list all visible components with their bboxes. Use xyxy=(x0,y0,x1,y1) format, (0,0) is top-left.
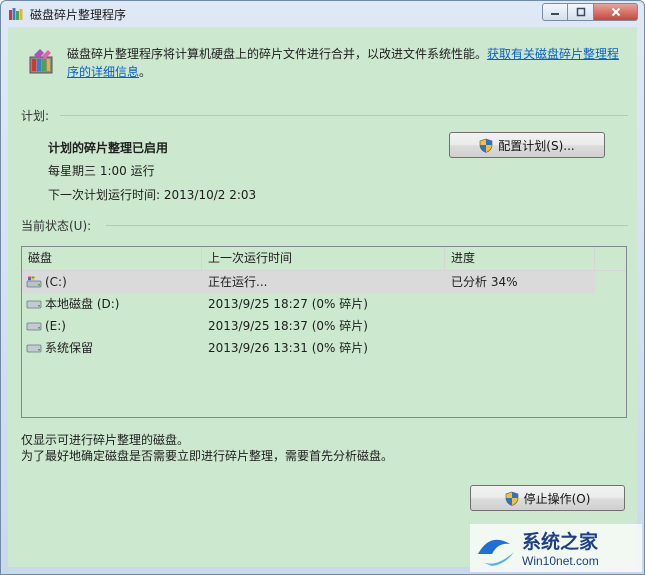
defrag-app-icon xyxy=(9,8,23,20)
column-header-progress[interactable]: 进度 xyxy=(445,247,595,270)
schedule-frequency: 每星期三 1:00 运行 xyxy=(48,164,155,178)
help-link[interactable]: 获取有关磁盘碎片整理程 xyxy=(487,47,619,61)
disk-row-e[interactable]: (E:) 2013/9/25 18:37 (0% 碎片) xyxy=(22,315,595,337)
uac-shield-icon xyxy=(479,138,493,153)
disk-last-run: 2013/9/25 18:27 (0% 碎片) xyxy=(208,297,368,311)
schedule-next-run: 下一次计划运行时间: 2013/10/2 2:03 xyxy=(48,188,257,202)
disk-row-system-reserved[interactable]: 系统保留 2013/9/26 13:31 (0% 碎片) xyxy=(22,337,595,359)
description-main: 磁盘碎片整理程序将计算机硬盘上的碎片文件进行合并，以改进文件系统性能。 xyxy=(67,47,488,61)
column-header-extra[interactable] xyxy=(595,247,626,270)
maximize-button[interactable] xyxy=(568,3,594,21)
schedule-status-title: 计划的碎片整理已启用 xyxy=(48,141,169,155)
schedule-section-label: 计划: xyxy=(21,109,50,123)
title-bar[interactable]: 磁盘碎片整理程序 xyxy=(1,1,644,27)
schedule-divider xyxy=(60,115,628,116)
close-icon xyxy=(611,7,620,17)
minimize-button[interactable] xyxy=(542,3,568,21)
disk-name: 系统保留 xyxy=(45,341,94,355)
column-header-last-run[interactable]: 上一次运行时间 xyxy=(202,247,445,270)
column-header-disk[interactable]: 磁盘 xyxy=(22,247,202,270)
hard-drive-icon xyxy=(26,344,42,353)
system-drive-icon xyxy=(26,276,42,288)
disk-progress xyxy=(445,315,595,337)
configure-schedule-button[interactable]: 配置计划(S)... xyxy=(449,132,605,158)
status-section-label: 当前状态(U): xyxy=(21,219,92,233)
disk-name: (C:) xyxy=(45,275,67,289)
disk-name-cell: 系统保留 xyxy=(22,337,202,359)
disk-name-cell: (C:) xyxy=(22,271,202,293)
watermark-logo: 系统之家 Win10net.com xyxy=(470,524,642,572)
stop-operation-label: 停止操作(O) xyxy=(523,491,591,506)
disk-name: (E:) xyxy=(45,319,66,333)
watermark-brand: 系统之家 xyxy=(522,530,599,553)
dialog-body: 磁盘碎片整理程序将计算机硬盘上的碎片文件进行合并，以改进文件系统性能。获取有关磁… xyxy=(8,27,637,567)
hard-drive-icon xyxy=(26,300,42,309)
defrag-header-icon xyxy=(29,49,53,74)
disk-progress: 已分析 34% xyxy=(451,275,518,289)
disk-name-cell: (E:) xyxy=(22,315,202,337)
watermark-site: Win10net.com xyxy=(522,554,599,568)
disk-progress xyxy=(445,337,595,359)
defrag-window: 磁盘碎片整理程序 磁盘碎片整理程序将计算机硬盘上的碎片文件进行合并，以改进文件系… xyxy=(0,0,645,575)
disk-name-cell: 本地磁盘 (D:) xyxy=(22,293,202,315)
uac-shield-icon xyxy=(505,491,518,506)
caption-buttons xyxy=(542,3,638,23)
disk-last-run: 正在运行... xyxy=(208,275,268,289)
configure-schedule-label: 配置计划(S)... xyxy=(498,138,575,153)
status-divider xyxy=(106,225,628,226)
hard-drive-icon xyxy=(26,322,42,331)
disk-last-run: 2013/9/26 13:31 (0% 碎片) xyxy=(208,341,368,355)
maximize-icon xyxy=(576,7,585,17)
footer-note-analyze: 为了最好地确定磁盘是否需要立即进行碎片整理，需要首先分析磁盘。 xyxy=(21,449,394,463)
help-link-continued[interactable]: 序的详细信息 xyxy=(67,65,139,79)
disk-row-d[interactable]: 本地磁盘 (D:) 2013/9/25 18:27 (0% 碎片) xyxy=(22,293,595,315)
minimize-icon xyxy=(551,13,559,15)
footer-note-defraggable: 仅显示可进行碎片整理的磁盘。 xyxy=(21,433,190,447)
stop-operation-button[interactable]: 停止操作(O) xyxy=(470,485,625,511)
disk-row-c[interactable]: (C:) 正在运行... 已分析 34% xyxy=(22,271,595,293)
window-title: 磁盘碎片整理程序 xyxy=(30,8,127,22)
disk-list-header: 磁盘 上一次运行时间 进度 xyxy=(22,247,626,271)
description-period: 。 xyxy=(139,65,152,79)
disk-list[interactable]: 磁盘 上一次运行时间 进度 (C:) 正在运行... 已分析 34% 本地磁盘 … xyxy=(21,246,627,418)
disk-last-run: 2013/9/25 18:37 (0% 碎片) xyxy=(208,319,368,333)
close-button[interactable] xyxy=(594,3,638,21)
disk-name: 本地磁盘 (D:) xyxy=(45,297,120,311)
disk-progress xyxy=(445,293,595,315)
description-text: 磁盘碎片整理程序将计算机硬盘上的碎片文件进行合并，以改进文件系统性能。获取有关磁… xyxy=(67,45,627,81)
